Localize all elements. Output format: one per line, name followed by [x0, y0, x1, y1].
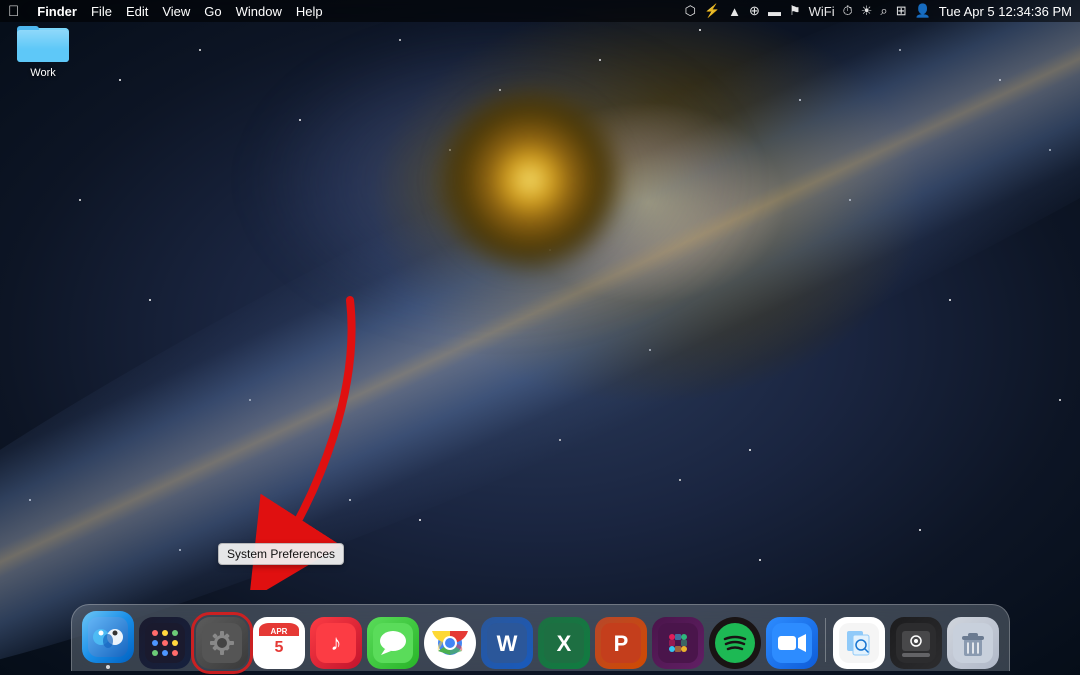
dock-item-launchpad[interactable] — [139, 617, 191, 669]
system-preferences-icon — [196, 617, 248, 669]
menu-view[interactable]: View — [162, 4, 190, 19]
search-icon[interactable]: ⌕ — [880, 3, 887, 19]
screenshot-icon — [890, 617, 942, 669]
dock-item-finder[interactable] — [82, 611, 134, 669]
svg-text:♪: ♪ — [330, 630, 341, 655]
menu-help[interactable]: Help — [296, 4, 323, 19]
svg-text:X: X — [556, 631, 571, 656]
desktop:  Finder File Edit View Go Window Help ⬡… — [0, 0, 1080, 675]
preview-icon — [833, 617, 885, 669]
battery-charging-icon[interactable]: ⚡ — [704, 3, 720, 19]
datetime-display: Tue Apr 5 12:34:36 PM — [939, 4, 1072, 19]
menubar-right: ⬡ ⚡ ▲ ⊕ ▬ ⚑ WiFi ⏱ ☀ ⌕ ⊞ 👤 Tue Apr 5 12:… — [685, 3, 1072, 19]
dock-item-calendar[interactable]: APR 5 — [253, 617, 305, 669]
dock-item-trash[interactable] — [947, 617, 999, 669]
svg-text:P: P — [613, 631, 628, 656]
svg-text:W: W — [496, 631, 517, 656]
dock-item-music[interactable]: ♪ — [310, 617, 362, 669]
folder-icon — [17, 20, 69, 64]
system-preferences-tooltip: System Preferences — [218, 543, 344, 565]
menu-window[interactable]: Window — [236, 4, 282, 19]
messages-icon — [367, 617, 419, 669]
menu-file[interactable]: File — [91, 4, 112, 19]
wifi-icon[interactable]: WiFi — [809, 4, 835, 19]
dock-item-powerpoint[interactable]: P — [595, 617, 647, 669]
galaxy-core — [430, 80, 630, 280]
volume-icon[interactable]: ▲ — [728, 4, 741, 19]
app-menu-finder[interactable]: Finder — [37, 4, 77, 19]
control-center-icon[interactable]: ⊞ — [896, 3, 907, 19]
desktop-folder-work[interactable]: Work — [8, 20, 78, 79]
finder-icon — [82, 611, 134, 663]
launchpad-icon — [139, 617, 191, 669]
dock-item-chrome[interactable] — [424, 617, 476, 669]
trash-icon — [947, 617, 999, 669]
flag-icon[interactable]: ⚑ — [789, 3, 801, 19]
svg-text:5: 5 — [274, 639, 283, 656]
folder-label: Work — [30, 67, 55, 79]
svg-text:APR: APR — [270, 627, 287, 636]
dock-container: APR 5 ♪ — [0, 604, 1080, 675]
dock-item-zoom[interactable] — [766, 617, 818, 669]
word-icon: W — [481, 617, 533, 669]
excel-icon: X — [538, 617, 590, 669]
menu-go[interactable]: Go — [204, 4, 221, 19]
zoom-icon — [766, 617, 818, 669]
calendar-icon: APR 5 — [253, 617, 305, 669]
dock-item-preview[interactable] — [833, 617, 885, 669]
dock-item-spotify[interactable] — [709, 617, 761, 669]
battery-icon[interactable]: ▬ — [768, 4, 781, 19]
menubar-left:  Finder File Edit View Go Window Help — [8, 3, 323, 20]
tooltip-label: System Preferences — [227, 547, 335, 561]
dropbox-icon[interactable]: ⬡ — [685, 3, 696, 19]
menu-edit[interactable]: Edit — [126, 4, 148, 19]
dock-item-slack[interactable] — [652, 617, 704, 669]
bluetooth-icon[interactable]: ⊕ — [749, 3, 760, 19]
brightness-icon[interactable]: ☀ — [861, 3, 873, 19]
dock-separator — [825, 618, 826, 662]
menubar:  Finder File Edit View Go Window Help ⬡… — [0, 0, 1080, 22]
user-icon[interactable]: 👤 — [915, 3, 931, 19]
dock-item-word[interactable]: W — [481, 617, 533, 669]
apple-menu[interactable]:  — [8, 3, 19, 20]
dock-item-messages[interactable] — [367, 617, 419, 669]
dock: APR 5 ♪ — [71, 604, 1010, 671]
dock-item-excel[interactable]: X — [538, 617, 590, 669]
chrome-icon — [424, 617, 476, 669]
finder-dot — [106, 665, 110, 669]
powerpoint-icon: P — [595, 617, 647, 669]
dock-item-screenshot[interactable] — [890, 617, 942, 669]
slack-icon — [652, 617, 704, 669]
spotify-icon — [709, 617, 761, 669]
clock-icon[interactable]: ⏱ — [843, 3, 853, 19]
dock-item-system-preferences[interactable] — [196, 617, 248, 669]
music-icon: ♪ — [310, 617, 362, 669]
